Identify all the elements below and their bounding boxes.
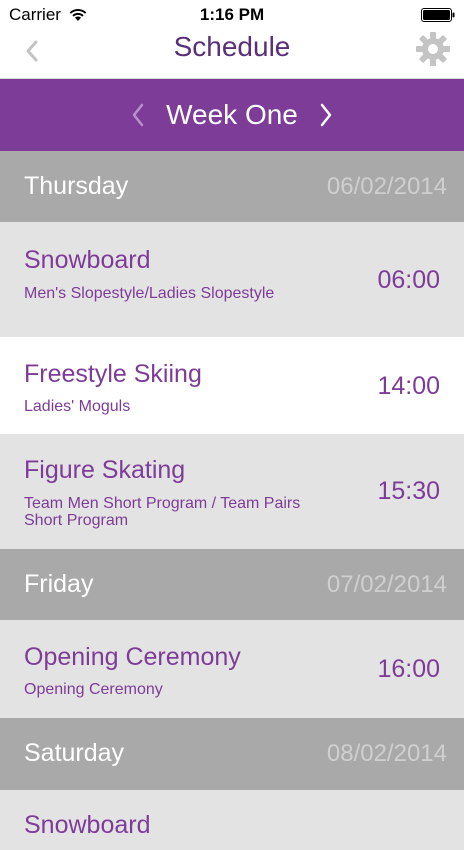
event-time: 15:30 bbox=[377, 477, 440, 505]
event-row[interactable]: Snowboard Men's Slopestyle/Ladies Slopes… bbox=[0, 222, 464, 337]
day-name: Friday bbox=[24, 570, 94, 598]
event-name: Team Men Short Program / Team Pairs Shor… bbox=[24, 495, 301, 529]
schedule-list: Thursday 06/02/2014 Snowboard Men's Slop… bbox=[0, 151, 464, 850]
next-week-button[interactable] bbox=[314, 101, 338, 129]
page-title: Schedule bbox=[173, 31, 291, 62]
day-date: 08/02/2014 bbox=[326, 740, 447, 767]
day-name: Thursday bbox=[24, 172, 129, 200]
day-header: Saturday 08/02/2014 bbox=[0, 718, 464, 790]
event-row[interactable]: Freestyle Skiing Ladies' Moguls 14:00 bbox=[0, 337, 464, 434]
event-time: 16:00 bbox=[377, 655, 440, 683]
event-name: Opening Ceremony bbox=[24, 681, 163, 698]
day-date: 06/02/2014 bbox=[326, 173, 447, 200]
event-sport: Snowboard bbox=[24, 811, 151, 839]
event-name: Ladies' Moguls bbox=[24, 398, 131, 415]
chevron-right-icon bbox=[320, 103, 332, 127]
event-sport: Freestyle Skiing bbox=[24, 360, 202, 388]
navigation-bar: Schedule bbox=[0, 30, 464, 79]
event-time: 14:00 bbox=[377, 372, 440, 400]
status-time: 1:16 PM bbox=[199, 5, 265, 24]
event-row[interactable]: Snowboard bbox=[0, 790, 464, 850]
gear-icon bbox=[416, 32, 450, 66]
week-selector: Week One bbox=[0, 79, 464, 151]
day-name: Saturday bbox=[24, 739, 125, 767]
event-sport: Figure Skating bbox=[24, 456, 186, 484]
week-label: Week One bbox=[166, 99, 298, 130]
day-date: 07/02/2014 bbox=[326, 571, 447, 598]
event-row[interactable]: Figure Skating Team Men Short Program / … bbox=[0, 434, 464, 549]
event-row[interactable]: Opening Ceremony Opening Ceremony 16:00 bbox=[0, 620, 464, 718]
settings-button[interactable] bbox=[414, 30, 452, 68]
event-sport: Snowboard bbox=[24, 246, 151, 274]
event-time: 06:00 bbox=[377, 266, 440, 294]
day-header: Friday 07/02/2014 bbox=[0, 549, 464, 620]
event-sport: Opening Ceremony bbox=[24, 643, 241, 671]
day-header: Thursday 06/02/2014 bbox=[0, 151, 464, 222]
event-name: Men's Slopestyle/Ladies Slopestyle bbox=[24, 285, 275, 302]
battery-icon bbox=[421, 8, 455, 22]
status-bar: Carrier 1:16 PM bbox=[0, 0, 464, 30]
